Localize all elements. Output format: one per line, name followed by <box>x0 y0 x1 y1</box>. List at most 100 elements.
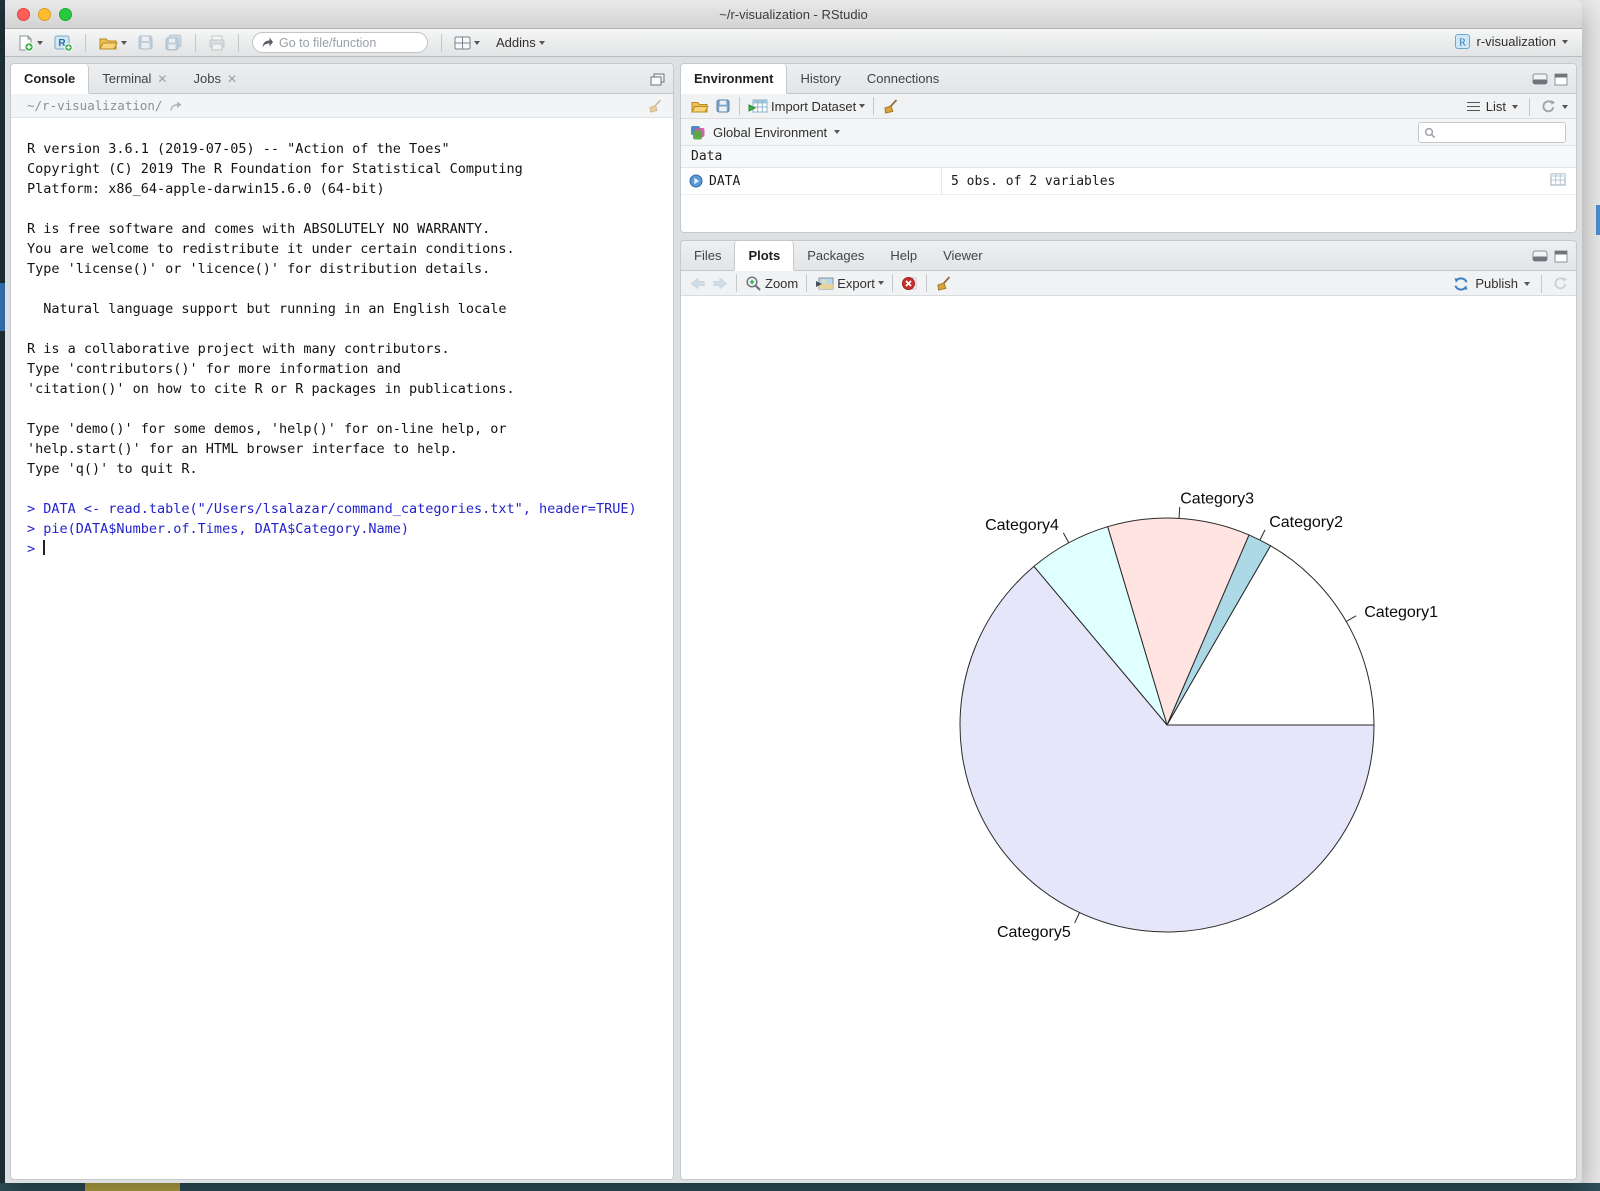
console-output[interactable]: R version 3.6.1 (2019-07-05) -- "Action … <box>11 118 673 559</box>
console-line <box>27 319 673 339</box>
view-table-icon[interactable] <box>1550 173 1566 186</box>
new-project-button[interactable]: R <box>50 31 76 54</box>
zoom-plot-label: Zoom <box>765 276 798 291</box>
tab-connections[interactable]: Connections <box>854 64 952 93</box>
environment-scope-row: Global Environment <box>681 119 1576 146</box>
refresh-icon[interactable] <box>1553 276 1568 291</box>
svg-text:R: R <box>1459 38 1466 49</box>
console-line: Copyright (C) 2019 The R Foundation for … <box>27 159 673 179</box>
console-line: Natural language support but running in … <box>27 299 673 319</box>
console-line: You are welcome to redistribute it under… <box>27 239 673 259</box>
expand-object-icon[interactable] <box>689 174 703 188</box>
close-icon[interactable]: ✕ <box>157 73 167 85</box>
console-tabbar: Console Terminal ✕ Jobs ✕ <box>11 64 673 94</box>
load-workspace-button[interactable] <box>687 97 712 116</box>
save-all-button[interactable] <box>161 32 186 53</box>
tab-plots[interactable]: Plots <box>734 241 794 271</box>
toolbar-separator <box>1541 275 1542 293</box>
clear-all-plots-button[interactable] <box>932 273 955 294</box>
close-icon[interactable]: ✕ <box>227 73 237 85</box>
popout-pane-icon[interactable] <box>650 73 665 86</box>
import-dataset-button[interactable]: Import Dataset <box>745 97 868 116</box>
remove-plot-icon <box>901 275 918 292</box>
tab-viewer[interactable]: Viewer <box>930 241 996 270</box>
save-workspace-button[interactable] <box>712 96 734 116</box>
minimize-pane-icon[interactable] <box>1532 250 1548 262</box>
chevron-down-icon <box>1562 40 1568 44</box>
toolbar-separator <box>873 97 874 115</box>
publish-label[interactable]: Publish <box>1475 276 1518 291</box>
show-folder-arrow-icon[interactable] <box>169 100 184 112</box>
plots-toolbar: Zoom Export <box>681 271 1576 296</box>
tab-jobs[interactable]: Jobs ✕ <box>180 64 250 93</box>
chevron-down-icon[interactable] <box>1524 282 1530 286</box>
tab-viewer-label: Viewer <box>943 248 983 263</box>
tab-packages[interactable]: Packages <box>794 241 877 270</box>
publish-icon <box>1453 276 1469 292</box>
broom-icon <box>882 98 899 115</box>
object-summary: 5 obs. of 2 variables <box>951 174 1115 189</box>
toolbar-separator <box>195 34 196 52</box>
save-button[interactable] <box>134 32 157 53</box>
tab-console-label: Console <box>24 71 75 86</box>
save-icon <box>715 98 731 114</box>
environment-toolbar: Import Dataset List <box>681 94 1576 119</box>
data-section-label: Data <box>691 149 722 164</box>
new-file-icon <box>16 34 34 52</box>
clear-environment-button[interactable] <box>879 96 902 117</box>
toolbar-separator <box>806 274 807 292</box>
workspace-panes-button[interactable] <box>451 34 483 52</box>
console-line: R is free software and comes with ABSOLU… <box>27 219 673 239</box>
environment-object-row[interactable]: DATA 5 obs. of 2 variables <box>681 168 1576 195</box>
chevron-down-icon[interactable] <box>1562 105 1568 109</box>
remove-plot-button[interactable] <box>898 273 921 294</box>
refresh-icon[interactable] <box>1541 99 1556 114</box>
pie-label-Category4: Category4 <box>985 517 1059 534</box>
goto-file-search[interactable] <box>252 32 428 53</box>
back-arrow-icon <box>690 277 706 290</box>
tab-console[interactable]: Console <box>11 64 89 94</box>
tab-terminal[interactable]: Terminal ✕ <box>89 64 180 93</box>
list-view-icon <box>1467 102 1480 111</box>
next-plot-button[interactable] <box>709 275 731 292</box>
new-file-button[interactable] <box>13 32 46 54</box>
tab-files[interactable]: Files <box>681 241 734 270</box>
print-button[interactable] <box>205 33 229 53</box>
previous-plot-button[interactable] <box>687 275 709 292</box>
addins-label: Addins <box>496 35 536 50</box>
tab-plots-label: Plots <box>748 248 780 263</box>
addins-button[interactable]: Addins <box>493 33 548 52</box>
environment-search-box[interactable] <box>1418 122 1566 143</box>
environment-scope-label[interactable]: Global Environment <box>713 125 827 140</box>
titlebar[interactable]: ~/r-visualization - RStudio <box>5 0 1582 29</box>
zoom-plot-button[interactable]: Zoom <box>742 273 801 294</box>
pie-label-Category3: Category3 <box>1180 490 1254 507</box>
chevron-down-icon[interactable] <box>1512 105 1518 109</box>
main-toolbar: R <box>5 29 1582 57</box>
environment-search-input[interactable] <box>1440 126 1555 140</box>
project-menu-button[interactable]: R r-visualization <box>1450 31 1572 52</box>
minimize-pane-icon[interactable] <box>1532 73 1548 85</box>
tab-environment[interactable]: Environment <box>681 64 787 94</box>
tab-help-label: Help <box>890 248 917 263</box>
export-plot-button[interactable]: Export <box>812 274 887 293</box>
maximize-pane-icon[interactable] <box>1554 73 1568 86</box>
console-line: Type 'contributors()' for more informati… <box>27 359 673 379</box>
object-name: DATA <box>709 174 740 189</box>
console-pane: Console Terminal ✕ Jobs ✕ ~/r-visualizat… <box>10 63 674 1180</box>
tab-terminal-label: Terminal <box>102 71 151 86</box>
tab-help[interactable]: Help <box>877 241 930 270</box>
clear-console-broom-icon[interactable] <box>647 98 663 114</box>
tab-environment-label: Environment <box>694 71 773 86</box>
open-file-button[interactable] <box>95 33 130 53</box>
console-line: R version 3.6.1 (2019-07-05) -- "Action … <box>27 139 673 159</box>
maximize-pane-icon[interactable] <box>1554 250 1568 263</box>
background-fragment <box>1596 205 1600 235</box>
toolbar-separator <box>892 274 893 292</box>
tab-history[interactable]: History <box>787 64 853 93</box>
pie-label-Category2: Category2 <box>1269 514 1343 531</box>
chevron-down-icon[interactable] <box>834 130 840 134</box>
list-view-label[interactable]: List <box>1486 99 1506 114</box>
goto-file-input[interactable] <box>279 36 409 50</box>
forward-arrow-icon <box>712 277 728 290</box>
